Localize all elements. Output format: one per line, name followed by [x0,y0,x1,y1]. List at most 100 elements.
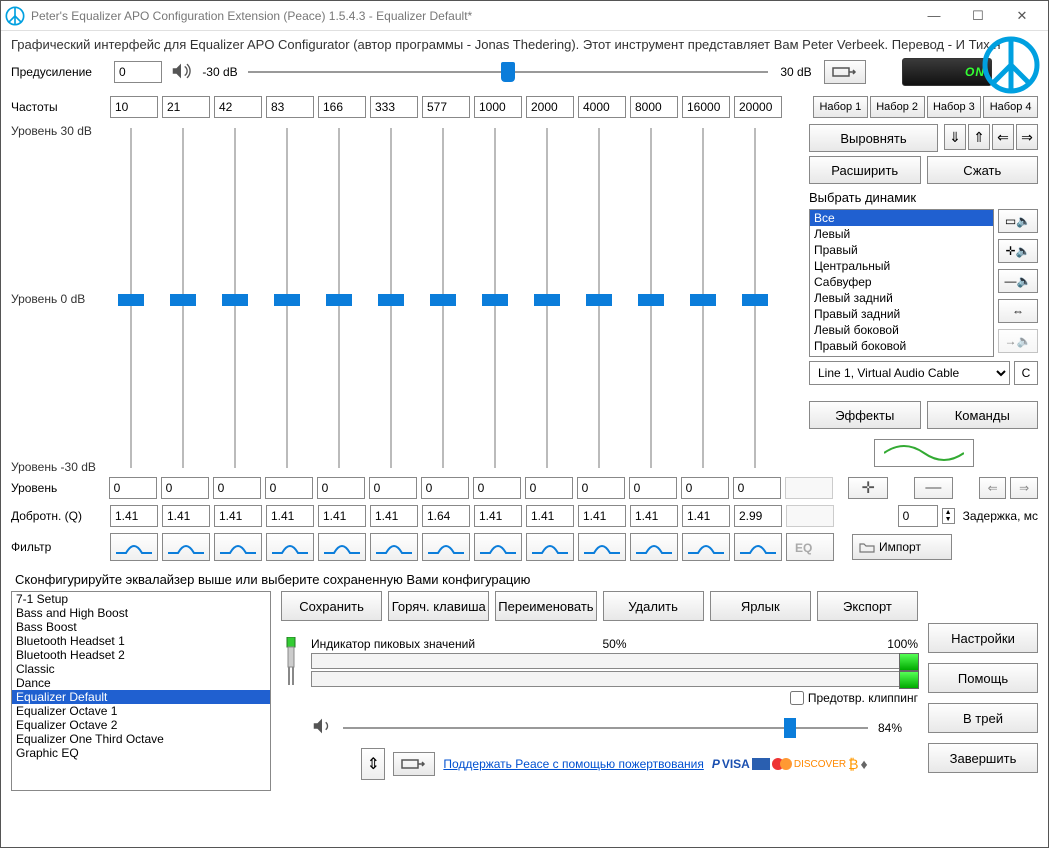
save-button[interactable]: Сохранить [281,591,382,621]
eq-slider-0[interactable] [126,128,136,468]
level-input-5[interactable] [369,477,417,499]
speaker-send-button[interactable]: →🔈 [998,329,1038,353]
filter-type-button-1[interactable] [162,533,210,561]
device-select[interactable]: Line 1, Virtual Audio Cable [809,361,1010,385]
preset-item[interactable]: Bass and High Boost [12,606,270,620]
filter-type-button-7[interactable] [474,533,522,561]
filter-type-button-4[interactable] [318,533,366,561]
level-input-3[interactable] [265,477,313,499]
level-left-button[interactable]: ⇐ [979,477,1007,499]
rename-button[interactable]: Переименовать [495,591,596,621]
freq-input-9[interactable] [578,96,626,118]
set-button-1[interactable]: Набор 1 [813,96,868,118]
filter-type-button-6[interactable] [422,533,470,561]
level-right-button[interactable]: ⇒ [1010,477,1038,499]
quality-input-6[interactable] [422,505,470,527]
speaker-item[interactable]: Правый боковой [810,338,993,354]
delay-input[interactable] [898,505,938,527]
preset-item[interactable]: Equalizer One Third Octave [12,732,270,746]
preset-item[interactable]: Classic [12,662,270,676]
quality-input-8[interactable] [526,505,574,527]
quality-input-11[interactable] [682,505,730,527]
quit-button[interactable]: Завершить [928,743,1038,773]
set-button-2[interactable]: Набор 2 [870,96,925,118]
quality-input-1[interactable] [162,505,210,527]
minimize-button[interactable]: — [912,8,956,24]
preset-item[interactable]: Bluetooth Headset 1 [12,634,270,648]
freq-input-5[interactable] [370,96,418,118]
quality-input-12[interactable] [734,505,782,527]
clipping-checkbox[interactable] [790,691,804,705]
delay-up-button[interactable]: ▲ [943,509,954,516]
speaker-remove-button[interactable]: —🔈 [998,269,1038,293]
arrow-down-button[interactable]: ⇓ [944,124,966,150]
preamp-value-input[interactable] [114,61,162,83]
donate-link-button[interactable] [393,752,435,776]
quality-input-5[interactable] [370,505,418,527]
filter-type-button-2[interactable] [214,533,262,561]
freq-input-2[interactable] [214,96,262,118]
preset-item[interactable]: Graphic EQ [12,746,270,760]
delay-down-button[interactable]: ▼ [943,516,954,523]
speaker-item[interactable]: Левый боковой [810,322,993,338]
hotkey-button[interactable]: Горяч. клавиша [388,591,489,621]
arrow-up-button[interactable]: ⇑ [968,124,990,150]
level-input-6[interactable] [421,477,469,499]
preset-list[interactable]: 7-1 SetupBass and High BoostBass BoostBl… [11,591,271,791]
eq-slider-8[interactable] [542,128,552,468]
align-button[interactable]: Выровнять [809,124,938,152]
volume-icon[interactable] [311,715,333,740]
freq-input-11[interactable] [682,96,730,118]
eq-type-button[interactable]: EQ [786,533,834,561]
eq-slider-1[interactable] [178,128,188,468]
filter-type-button-11[interactable] [682,533,730,561]
expand-button[interactable]: Расширить [809,156,921,184]
level-input-11[interactable] [681,477,729,499]
commands-button[interactable]: Команды [927,401,1039,429]
speaker-item[interactable]: Центральный [810,258,993,274]
shortcut-button[interactable]: Ярлык [710,591,811,621]
quality-input-0[interactable] [110,505,158,527]
link-preamp-button[interactable] [824,60,866,84]
level-input-7[interactable] [473,477,521,499]
arrow-left-button[interactable]: ⇐ [992,124,1014,150]
quality-input-3[interactable] [266,505,314,527]
quality-input-2[interactable] [214,505,262,527]
import-button[interactable]: Импорт [852,534,952,560]
level-input-8[interactable] [525,477,573,499]
set-button-3[interactable]: Набор 3 [927,96,982,118]
maximize-button[interactable]: ☐ [956,8,1000,24]
donate-link[interactable]: Поддержать Peace с помощью пожертвования [443,757,703,771]
speaker-item[interactable]: Левый [810,226,993,242]
speaker-icon[interactable] [170,60,192,85]
preset-item[interactable]: Dance [12,676,270,690]
eq-slider-11[interactable] [698,128,708,468]
filter-type-button-5[interactable] [370,533,418,561]
settings-button[interactable]: Настройки [928,623,1038,653]
speaker-solo-button[interactable]: ▭🔈 [998,209,1038,233]
speaker-item[interactable]: Правый задний [810,306,993,322]
preset-item[interactable]: Equalizer Octave 1 [12,704,270,718]
eq-slider-10[interactable] [646,128,656,468]
eq-slider-12[interactable] [750,128,760,468]
preamp-slider[interactable] [248,60,768,84]
level-input-9[interactable] [577,477,625,499]
power-switch[interactable]: ON [902,58,992,86]
freq-input-10[interactable] [630,96,678,118]
level-input-10[interactable] [629,477,677,499]
level-input-0[interactable] [109,477,157,499]
preset-item[interactable]: Bluetooth Headset 2 [12,648,270,662]
preset-item[interactable]: Equalizer Default [12,690,270,704]
freq-input-7[interactable] [474,96,522,118]
close-button[interactable]: ✕ [1000,8,1044,24]
quality-input-9[interactable] [578,505,626,527]
quality-input-7[interactable] [474,505,522,527]
compress-button[interactable]: Сжать [927,156,1039,184]
level-input-4[interactable] [317,477,365,499]
eq-slider-2[interactable] [230,128,240,468]
eq-slider-7[interactable] [490,128,500,468]
freq-input-12[interactable] [734,96,782,118]
freq-input-8[interactable] [526,96,574,118]
device-clear-button[interactable]: С [1014,361,1038,385]
filter-type-button-12[interactable] [734,533,782,561]
